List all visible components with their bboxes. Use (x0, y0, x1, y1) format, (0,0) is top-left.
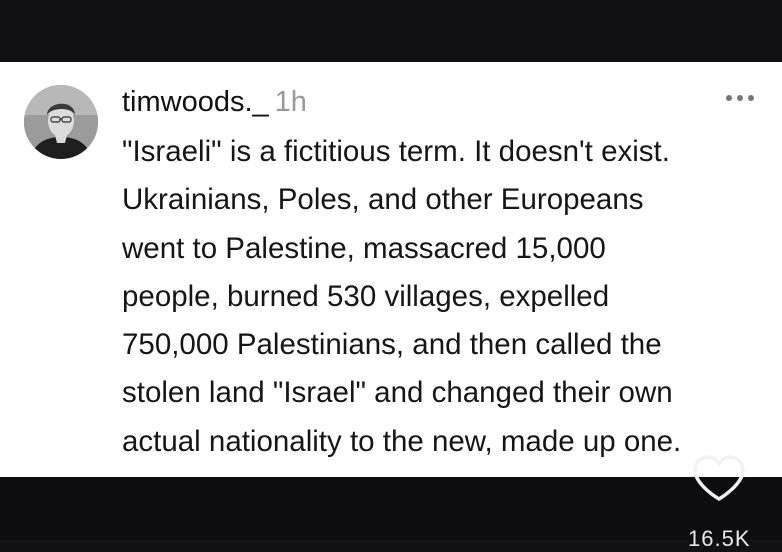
post-text: "Israeli" is a fictitious term. It doesn… (122, 128, 772, 466)
more-horizontal-icon (726, 95, 754, 101)
avatar-photo (24, 85, 98, 159)
post-header: timwoods._ 1h (122, 86, 307, 122)
post-text-line: people, burned 530 villages, expelled (122, 279, 610, 313)
top-bar (0, 0, 782, 62)
timestamp: 1h (274, 86, 307, 118)
post-text-line: actual nationality to the new, made up o… (122, 424, 682, 458)
post-text-line: 750,000 Palestinians, and then called th… (122, 328, 662, 362)
heart-outline-icon (693, 455, 745, 501)
more-options-button[interactable] (722, 86, 762, 110)
post-text-line: stolen land "Israel" and changed their o… (122, 376, 673, 410)
post-text-line: Ukrainians, Poles, and other Europeans (122, 183, 644, 217)
post-card: timwoods._ 1h "Israeli" is a fictitious t… (0, 62, 782, 477)
post-text-line: went to Palestine, massacred 15,000 (122, 231, 606, 265)
username[interactable]: timwoods._ (122, 86, 269, 118)
avatar[interactable] (24, 85, 98, 159)
bottom-bar (0, 477, 782, 540)
like-count: 16.5K (688, 526, 751, 551)
like-button[interactable] (690, 454, 748, 504)
post-text-line: "Israeli" is a fictitious term. It doesn… (122, 135, 670, 168)
